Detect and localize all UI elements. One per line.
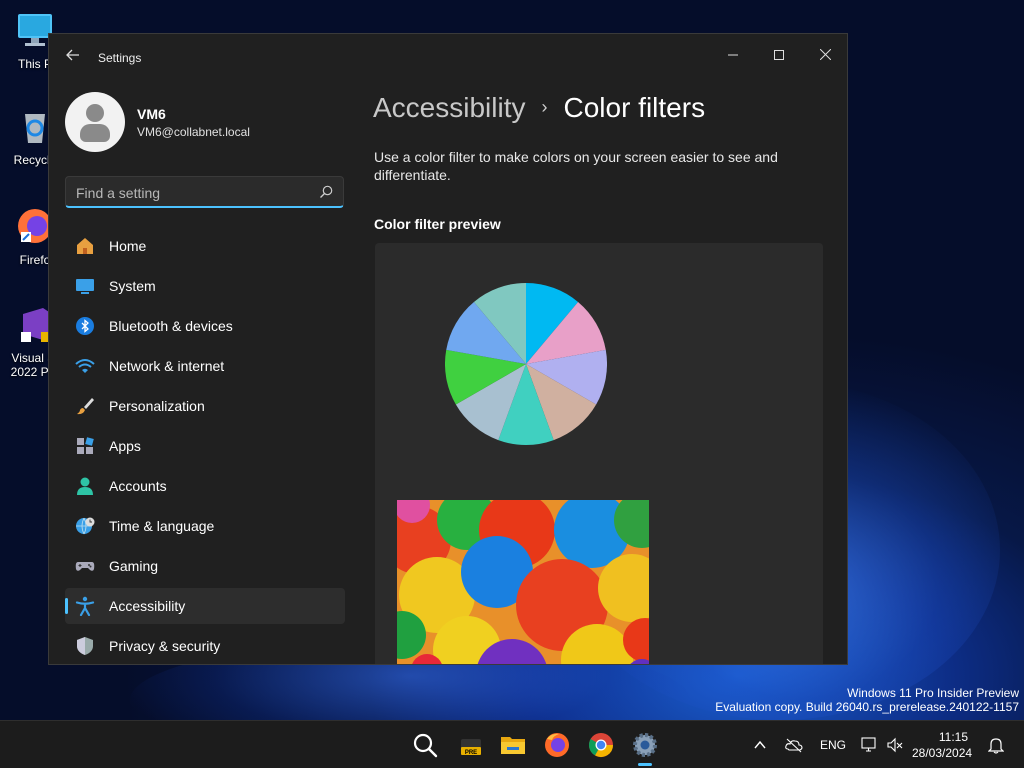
firefox-icon[interactable] xyxy=(543,731,571,759)
avatar-head xyxy=(86,104,104,122)
app-title: Settings xyxy=(98,51,142,65)
sidebar-item-label: Time & language xyxy=(109,518,215,534)
watermark-edition: Windows 11 Pro Insider Preview xyxy=(847,686,1019,700)
shield-icon xyxy=(77,637,93,655)
profile-email: VM6@collabnet.local xyxy=(137,125,250,139)
avatar-body xyxy=(80,124,110,142)
close-button[interactable] xyxy=(802,40,847,70)
clock-date: 28/03/2024 xyxy=(912,746,973,760)
main-content: Accessibility › Color filters Use a color … xyxy=(359,82,847,664)
build-watermark: Windows 11 Pro Insider Preview Evaluatio… xyxy=(715,686,1019,714)
volume-muted-icon[interactable] xyxy=(886,736,904,754)
gamepad-icon xyxy=(75,562,95,571)
settings-window: Settings VM6 VM6@collabnet.local Find a … xyxy=(48,33,848,665)
sidebar: VM6 VM6@collabnet.local Home System xyxy=(49,82,359,664)
close-icon xyxy=(819,48,831,61)
sidebar-item-bluetooth[interactable]: Bluetooth & devices xyxy=(65,308,345,344)
home-icon xyxy=(77,238,93,254)
search-box[interactable] xyxy=(65,176,344,208)
sidebar-item-accessibility[interactable]: Accessibility xyxy=(65,588,345,624)
sidebar-item-label: System xyxy=(109,278,156,294)
sidebar-item-label: Accessibility xyxy=(109,598,186,614)
paper-fans-photo xyxy=(397,500,649,664)
clock[interactable]: 11:15 28/03/2024 xyxy=(912,729,973,761)
breadcrumb: Accessibility › Color filters xyxy=(373,92,705,124)
avatar[interactable] xyxy=(65,92,125,152)
sidebar-item-time-language[interactable]: Time & language xyxy=(65,508,345,544)
arrow-left-icon xyxy=(66,49,79,61)
color-wheel-image xyxy=(445,283,607,445)
sidebar-item-privacy-security[interactable]: Privacy & security xyxy=(65,628,345,664)
sidebar-item-label: Bluetooth & devices xyxy=(109,318,233,334)
network-icon[interactable] xyxy=(860,736,878,754)
onedrive-offline-icon[interactable] xyxy=(785,737,803,753)
color-filter-preview-card xyxy=(375,243,823,664)
bluetooth-icon xyxy=(76,317,94,335)
nav-list: Home System Bluetooth & devices Network … xyxy=(65,228,345,664)
breadcrumb-parent-link[interactable]: Accessibility xyxy=(373,92,525,123)
chevron-up-icon[interactable] xyxy=(752,737,768,753)
settings-icon[interactable] xyxy=(631,731,659,759)
notification-bell-icon[interactable] xyxy=(988,736,1004,754)
apps-icon xyxy=(77,437,94,454)
globe-clock-icon xyxy=(76,517,95,535)
sidebar-item-label: Personalization xyxy=(109,398,205,414)
section-title: Color filter preview xyxy=(374,216,501,232)
wifi-icon xyxy=(75,359,95,373)
minimize-icon xyxy=(728,54,738,56)
brush-icon xyxy=(77,398,94,415)
profile-name: VM6 xyxy=(137,106,166,122)
page-title: Color filters xyxy=(563,92,706,123)
clock-time: 11:15 xyxy=(938,730,968,744)
search-icon[interactable] xyxy=(319,185,333,199)
accessibility-icon xyxy=(75,596,95,616)
sidebar-item-home[interactable]: Home xyxy=(65,228,345,264)
chevron-right-icon: › xyxy=(541,97,548,117)
sidebar-item-label: Privacy & security xyxy=(109,638,221,654)
chrome-icon[interactable] xyxy=(587,731,615,759)
file-explorer-icon[interactable] xyxy=(499,731,527,759)
minimize-button[interactable] xyxy=(710,40,756,70)
dev-home-icon[interactable]: PRE xyxy=(457,731,485,759)
maximize-icon xyxy=(774,50,784,60)
sidebar-item-personalization[interactable]: Personalization xyxy=(65,388,345,424)
maximize-button[interactable] xyxy=(756,40,802,70)
svg-text:PRE: PRE xyxy=(465,750,477,756)
sidebar-item-system[interactable]: System xyxy=(65,268,345,304)
back-button[interactable] xyxy=(63,48,83,68)
sidebar-item-label: Apps xyxy=(109,438,141,454)
sidebar-item-label: Network & internet xyxy=(109,358,225,374)
accounts-icon xyxy=(77,477,93,495)
search-input[interactable] xyxy=(76,183,306,203)
sidebar-item-accounts[interactable]: Accounts xyxy=(65,468,345,504)
watermark-build: Evaluation copy. Build 26040.rs_prerelea… xyxy=(715,700,1019,714)
sidebar-item-gaming[interactable]: Gaming xyxy=(65,548,345,584)
sidebar-item-label: Gaming xyxy=(109,558,159,574)
sidebar-item-label: Accounts xyxy=(109,478,167,494)
language-indicator[interactable]: ENG xyxy=(820,738,846,752)
sidebar-item-network[interactable]: Network & internet xyxy=(65,348,345,384)
sidebar-item-apps[interactable]: Apps xyxy=(65,428,345,464)
system-icon xyxy=(76,279,94,294)
taskbar: PRE ENG 11:15 28/03/2024 xyxy=(0,720,1024,768)
active-app-indicator xyxy=(638,763,652,766)
page-description: Use a color filter to make colors on you… xyxy=(374,149,778,183)
sidebar-item-label: Home xyxy=(109,238,147,254)
title-bar[interactable]: Settings xyxy=(49,34,847,82)
search-icon[interactable] xyxy=(411,731,439,759)
